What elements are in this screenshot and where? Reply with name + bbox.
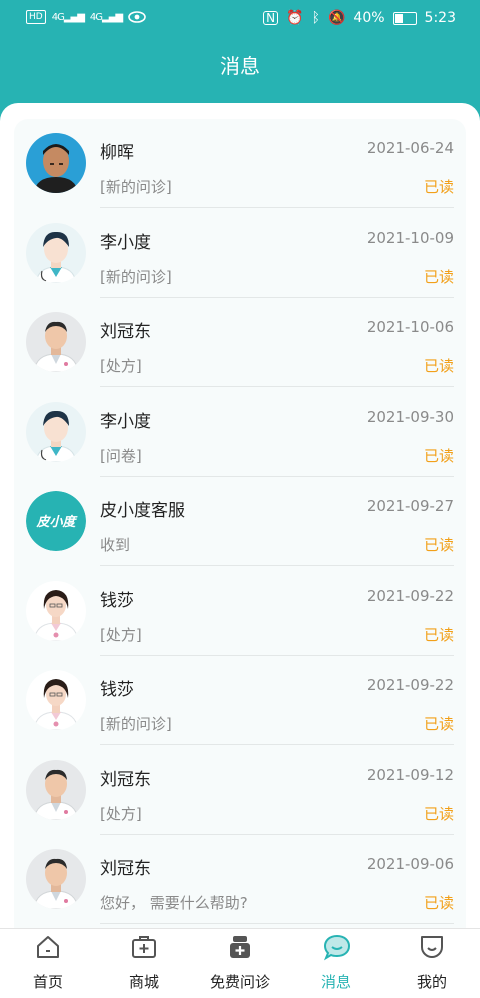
contact-name: 李小度 — [100, 411, 151, 432]
contact-name: 李小度 — [100, 232, 151, 253]
message-preview: [新的问诊] — [100, 178, 172, 196]
bottom-tab-bar: 首页 商城 免费问诊 消息 我的 — [0, 928, 480, 998]
avatar — [26, 401, 86, 462]
read-status: 已读 — [423, 625, 454, 644]
status-bar: HD 4G▂▄▆ 4G▂▄▆ N ⏰ ᛒ 🔕 40% 5:23 — [0, 0, 480, 36]
message-item[interactable]: 李小度 2021-10-09 [新的问诊] 已读 — [14, 209, 466, 298]
contact-name: 柳晖 — [100, 143, 134, 163]
message-item[interactable]: 钱莎 2021-09-22 [新的问诊] 已读 — [14, 656, 466, 745]
clock: 5:23 — [424, 10, 456, 26]
message-item[interactable]: 皮小度 皮小度客服 2021-09-27 收到 已读 — [14, 477, 466, 566]
message-list-card: 柳晖 2021-06-24 [新的问诊] 已读 李小度 2021-10-09 [新的问诊]… — [0, 103, 480, 928]
tab-label: 我的 — [416, 973, 447, 991]
message-date: 2021-09-22 — [366, 676, 454, 694]
message-preview: [新的问诊] — [100, 267, 172, 286]
read-status: 已读 — [423, 357, 454, 375]
tab-home[interactable]: 首页 — [0, 929, 96, 998]
battery-icon — [392, 11, 417, 25]
contact-name: 皮小度客服 — [100, 501, 185, 521]
read-status: 已读 — [423, 178, 454, 196]
page-title: 消息 — [220, 54, 260, 78]
message-item[interactable]: 柳晖 2021-06-24 [新的问诊] 已读 — [14, 119, 466, 208]
tab-smile[interactable]: 我的 — [384, 929, 480, 998]
message-item[interactable]: 刘冠东 2021-09-06 您好， 需要什么帮助? 已读 — [14, 835, 466, 924]
read-status: 已读 — [423, 894, 454, 912]
avatar — [26, 580, 86, 641]
message-preview: [处方] — [100, 357, 142, 375]
divider — [100, 923, 454, 924]
alarm-icon: ⏰ — [286, 10, 304, 26]
mute-icon: 🔕 — [327, 10, 346, 26]
avatar — [26, 222, 86, 283]
contact-name: 钱莎 — [100, 680, 134, 700]
tab-label: 免费问诊 — [209, 973, 270, 991]
tab-label: 首页 — [32, 973, 63, 991]
message-preview: 您好， 需要什么帮助? — [100, 894, 248, 912]
doctor-icon — [226, 933, 254, 961]
battery-percent: 40% — [353, 10, 385, 26]
message-list: 柳晖 2021-06-24 [新的问诊] 已读 李小度 2021-10-09 [新的问诊]… — [14, 119, 466, 928]
medkit-icon — [130, 933, 158, 961]
tab-chat[interactable]: 消息 — [288, 929, 384, 998]
message-date: 2021-09-27 — [366, 497, 454, 515]
contact-name: 刘冠东 — [100, 769, 151, 790]
message-date: 2021-06-24 — [366, 139, 454, 157]
contact-name: 刘冠东 — [100, 859, 151, 879]
message-item[interactable]: 刘冠东 2021-09-12 [处方] 已读 — [14, 746, 466, 835]
message-date: 2021-10-09 — [366, 228, 454, 247]
read-status: 已读 — [423, 446, 454, 465]
avatar — [26, 759, 86, 820]
tab-medkit[interactable]: 商城 — [96, 929, 192, 998]
avatar: 皮小度 — [26, 491, 86, 551]
signal-icon-2: 4G▂▄▆ — [89, 11, 123, 23]
tab-label: 商城 — [128, 973, 159, 991]
eye-icon — [128, 11, 146, 23]
avatar — [26, 133, 86, 193]
message-date: 2021-09-06 — [366, 855, 454, 873]
tab-label: 消息 — [320, 973, 351, 991]
avatar — [26, 312, 86, 372]
read-status: 已读 — [423, 715, 454, 733]
message-date: 2021-09-30 — [366, 407, 454, 426]
hd-indicator: HD — [26, 10, 46, 24]
message-preview: [处方] — [100, 804, 142, 823]
contact-name: 钱莎 — [100, 590, 134, 611]
message-preview: 收到 — [100, 536, 131, 554]
signal-icon: 4G▂▄▆ — [51, 11, 85, 23]
message-item[interactable]: 刘冠东 2021-10-06 [处方] 已读 — [14, 298, 466, 387]
svg-text:皮小度: 皮小度 — [35, 514, 78, 530]
message-item[interactable]: 李小度 2021-09-30 [问卷] 已读 — [14, 388, 466, 477]
home-icon — [34, 933, 62, 961]
read-status: 已读 — [423, 267, 454, 286]
avatar — [26, 670, 86, 730]
read-status: 已读 — [423, 536, 454, 554]
message-date: 2021-10-06 — [366, 318, 454, 336]
tab-doctor[interactable]: 免费问诊 — [192, 929, 288, 998]
message-date: 2021-09-12 — [366, 765, 454, 784]
avatar — [26, 849, 86, 909]
message-preview: [新的问诊] — [100, 715, 172, 733]
message-preview: [处方] — [100, 625, 142, 644]
bluetooth-icon: ᛒ — [311, 10, 320, 26]
chat-icon — [322, 933, 351, 961]
smile-icon — [418, 933, 446, 961]
read-status: 已读 — [423, 804, 454, 823]
nfc-icon: N — [263, 11, 279, 25]
contact-name: 刘冠东 — [100, 322, 151, 342]
message-preview: [问卷] — [100, 446, 142, 465]
message-date: 2021-09-22 — [366, 586, 454, 605]
message-item[interactable]: 钱莎 2021-09-22 [处方] 已读 — [14, 567, 466, 656]
